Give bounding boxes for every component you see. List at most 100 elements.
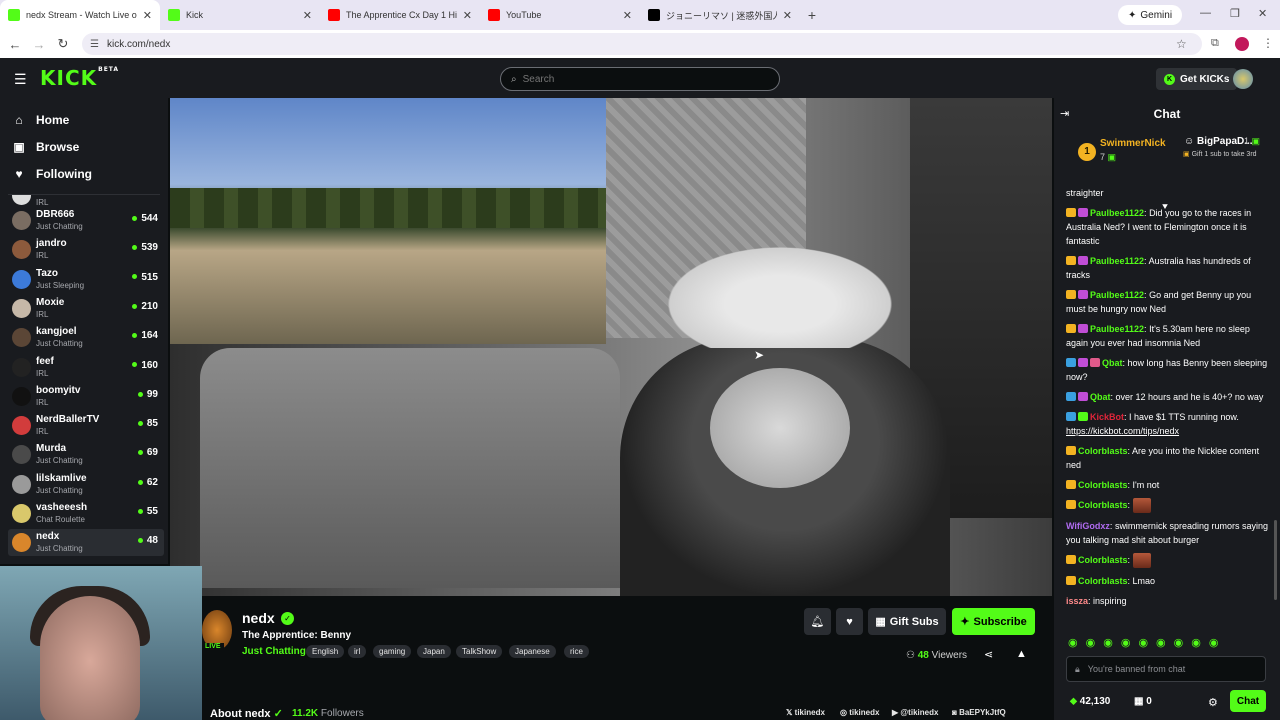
gift-balance[interactable]: ▦ 0 (1134, 696, 1152, 707)
chat-username[interactable]: Colorblasts (1078, 500, 1128, 510)
chat-username[interactable]: Qbat (1090, 392, 1111, 402)
user-avatar[interactable] (1233, 69, 1253, 89)
chat-username[interactable]: issza (1066, 596, 1088, 606)
sidebar-channel-item[interactable]: lilskamlive Just Chatting 62 (8, 471, 164, 498)
emote-icon[interactable]: ◉ (1191, 637, 1209, 649)
emote-icon[interactable]: ◉ (1068, 637, 1086, 649)
social-link-discord[interactable]: ◙ BaEPYkJtfQ (952, 708, 1006, 717)
stream-tag[interactable]: gaming (373, 645, 412, 658)
browser-tab[interactable]: ジョニーリマソ | 迷惑外国人発覚！ ✕ (640, 0, 800, 30)
video-player[interactable]: ➤ (170, 98, 1052, 596)
tab-favicon-icon (328, 9, 340, 21)
browser-tab[interactable]: nedx Stream - Watch Live on Kick ✕ (0, 0, 160, 30)
profile-avatar[interactable] (1235, 37, 1249, 51)
leaderboard-user[interactable]: ☺ BigPapaD... (1184, 136, 1253, 147)
notification-bell-icon[interactable]: 🔔︎ (804, 608, 831, 635)
emote-bar[interactable]: ◉◉◉◉◉◉◉◉◉ (1068, 636, 1268, 649)
follow-heart-icon[interactable]: ♥ (836, 608, 863, 635)
browser-tab[interactable]: Kick ✕ (160, 0, 320, 30)
subscribe-button[interactable]: ✦ Subscribe (952, 608, 1035, 635)
sidebar-channel-item[interactable]: vasheeesh Chat Roulette 55 (8, 500, 164, 527)
close-tab-icon[interactable]: ✕ (623, 9, 632, 22)
close-tab-icon[interactable]: ✕ (143, 9, 152, 22)
stream-category-link[interactable]: Just Chatting (242, 646, 306, 657)
gift-prompt[interactable]: ▣ Gift 1 sub to take 3rd (1183, 150, 1263, 159)
emote-icon[interactable]: ◉ (1121, 637, 1139, 649)
browser-tab[interactable]: YouTube ✕ (480, 0, 640, 30)
emote-icon[interactable]: ◉ (1103, 637, 1121, 649)
sidebar-channel-item[interactable]: nedx Just Chatting 48 (8, 529, 164, 557)
page-scrollbar[interactable] (1274, 520, 1277, 600)
sidebar-channel-item[interactable]: Tazo Just Sleeping 515 (8, 266, 164, 293)
chat-link[interactable]: https://kickbot.com/tips/nedx (1066, 426, 1179, 436)
emote-icon[interactable]: ◉ (1086, 637, 1104, 649)
hamburger-menu-icon[interactable]: ☰ (14, 71, 27, 88)
gemini-button[interactable]: ✦ Gemini (1118, 5, 1183, 25)
stream-tag[interactable]: English (306, 645, 345, 658)
chat-username[interactable]: KickBot (1090, 412, 1124, 422)
browser-tab[interactable]: The Apprentice Cx Day 1 Highlights ✕ (320, 0, 480, 30)
chat-message: Colorblasts: (1066, 498, 1272, 514)
back-icon[interactable]: ← (3, 37, 27, 52)
sidebar-channel-item[interactable]: Moxie IRL 210 (8, 295, 164, 322)
search-box[interactable]: ⌕ (500, 67, 780, 91)
close-window-icon[interactable]: ✕ (1258, 7, 1267, 20)
stream-tag[interactable]: Japanese (509, 645, 556, 658)
send-chat-button[interactable]: Chat (1230, 690, 1266, 712)
stream-tag[interactable]: rice (564, 645, 589, 658)
sidebar-channel-item[interactable]: feef IRL 160 (8, 354, 164, 381)
maximize-icon[interactable]: ❐ (1230, 7, 1240, 20)
close-tab-icon[interactable]: ✕ (783, 9, 792, 22)
stream-tag[interactable]: Japan (417, 645, 451, 658)
bookmark-star-icon[interactable]: ☆ (1176, 37, 1187, 51)
emote-icon[interactable]: ◉ (1138, 637, 1156, 649)
get-kicks-button[interactable]: K Get KICKs (1156, 68, 1238, 90)
site-info-icon[interactable]: ☰ (90, 39, 99, 50)
extensions-icon[interactable]: ⧉ (1211, 37, 1219, 50)
chat-username[interactable]: Colorblasts (1078, 480, 1128, 490)
chat-username[interactable]: Paulbee1122 (1090, 256, 1144, 266)
chat-username[interactable]: WifiGodxz (1066, 521, 1110, 531)
stream-tag[interactable]: irl (348, 645, 367, 658)
close-tab-icon[interactable]: ✕ (303, 9, 312, 22)
chat-username[interactable]: Colorblasts (1078, 446, 1128, 456)
chat-username[interactable]: Paulbee1122 (1090, 324, 1144, 334)
chat-username[interactable]: Colorblasts (1078, 576, 1128, 586)
new-tab-icon[interactable]: + (800, 7, 824, 23)
sidebar-channel-item[interactable]: DBR666 Just Chatting 544 (8, 207, 164, 234)
forward-icon[interactable]: → (27, 37, 51, 52)
reload-icon[interactable]: ↻ (51, 36, 75, 52)
social-link-youtube[interactable]: ▶ @tikinedx (892, 708, 938, 717)
sidebar-item-browse[interactable]: ▣ Browse (12, 137, 79, 157)
chat-settings-icon[interactable]: ⚙ (1208, 696, 1218, 709)
report-icon[interactable]: ▲ (1016, 648, 1027, 660)
sidebar-item-home[interactable]: ⌂ Home (12, 110, 69, 130)
minimize-icon[interactable]: — (1200, 7, 1211, 19)
chat-username[interactable]: Paulbee1122 (1090, 208, 1144, 218)
sidebar-channel-item[interactable]: NerdBallerTV IRL 85 (8, 412, 164, 439)
kicks-balance[interactable]: ⬥ 42,130 (1070, 696, 1110, 707)
kick-logo[interactable]: KICKBETA (40, 66, 119, 90)
social-link-instagram[interactable]: ◎ tikinedx (840, 708, 879, 717)
chat-username[interactable]: Paulbee1122 (1090, 290, 1144, 300)
emote-icon[interactable]: ◉ (1209, 637, 1227, 649)
sidebar-channel-item[interactable]: Murda Just Chatting 69 (8, 441, 164, 468)
leaderboard-user[interactable]: SwimmerNick (1100, 138, 1166, 149)
share-icon[interactable]: ⋖ (984, 648, 993, 661)
sidebar-channel-item[interactable]: kangjoel Just Chatting 164 (8, 324, 164, 351)
gift-subs-button[interactable]: ▦ Gift Subs (868, 608, 946, 635)
social-link-x[interactable]: 𝕏 tikinedx (786, 708, 825, 717)
streamer-name[interactable]: nedx (242, 610, 275, 626)
chat-username[interactable]: Colorblasts (1078, 555, 1128, 565)
stream-tag[interactable]: TalkShow (456, 645, 503, 658)
emote-icon[interactable]: ◉ (1174, 637, 1192, 649)
sidebar-channel-item[interactable]: jandro IRL 539 (8, 236, 164, 263)
chat-username[interactable]: Qbat (1102, 358, 1123, 368)
browser-menu-icon[interactable]: ⋮ (1262, 36, 1274, 50)
sidebar-channel-item[interactable]: boomyitv IRL 99 (8, 383, 164, 410)
url-field[interactable]: ☰ kick.com/nedx (82, 33, 1202, 55)
close-tab-icon[interactable]: ✕ (463, 9, 472, 22)
sidebar-item-following[interactable]: ♥ Following (12, 164, 92, 184)
emote-icon[interactable]: ◉ (1156, 637, 1174, 649)
search-input[interactable] (522, 73, 753, 85)
